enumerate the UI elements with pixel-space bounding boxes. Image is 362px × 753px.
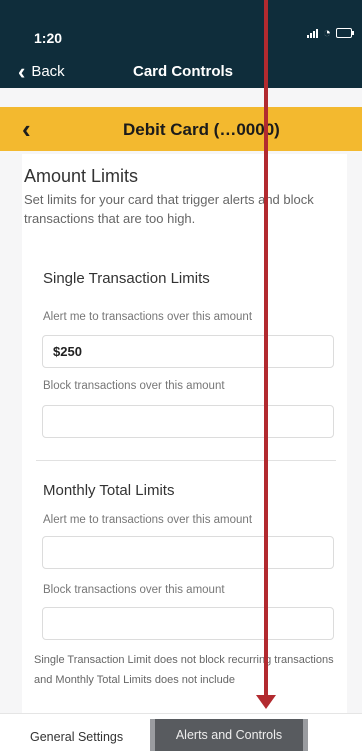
wifi-icon: ◔ xyxy=(323,25,331,40)
monthly-alert-input[interactable] xyxy=(42,536,334,569)
back-button[interactable]: ‹ Back xyxy=(18,58,65,84)
amount-limits-description: Set limits for your card that trigger al… xyxy=(24,192,314,226)
amount-limits-title: Amount Limits xyxy=(24,166,139,186)
battery-icon xyxy=(336,28,354,38)
amount-limits-panel: Amount Limits Set limits for your card t… xyxy=(22,154,347,714)
back-label: Back xyxy=(31,63,65,80)
card-back-chevron-icon[interactable]: ‹ xyxy=(22,114,31,145)
single-alert-value: $250 xyxy=(53,344,82,359)
card-title: Debit Card (…0000) xyxy=(123,120,280,139)
red-arrow-head xyxy=(256,695,276,709)
single-transaction-title: Single Transaction Limits xyxy=(43,270,210,287)
phone-screen: 1:20 ◔ ‹ Back Card Controls ‹ Debit Card… xyxy=(0,0,362,753)
tab-alerts-and-controls[interactable]: Alerts and Controls xyxy=(150,719,308,751)
top-header: 1:20 ◔ ‹ Back Card Controls xyxy=(0,0,362,88)
bottom-tab-bar: General Settings Alerts and Controls xyxy=(0,713,362,753)
monthly-block-input[interactable] xyxy=(42,607,334,640)
chevron-left-icon: ‹ xyxy=(18,58,26,84)
tab-general-settings[interactable]: General Settings xyxy=(30,730,123,744)
status-icons: ◔ xyxy=(307,25,354,40)
single-block-input[interactable] xyxy=(42,405,334,438)
red-arrow xyxy=(264,0,268,706)
limits-footnote: Single Transaction Limit does not block … xyxy=(34,654,334,686)
single-alert-input[interactable]: $250 xyxy=(42,335,334,368)
monthly-total-title: Monthly Total Limits xyxy=(43,482,175,499)
section-divider xyxy=(36,460,336,461)
status-time: 1:20 xyxy=(34,30,63,46)
card-header-bar: ‹ Debit Card (…0000) xyxy=(0,107,362,151)
single-alert-label: Alert me to transactions over this amoun… xyxy=(43,311,253,323)
single-block-label: Block transactions over this amount xyxy=(43,380,225,392)
monthly-block-label: Block transactions over this amount xyxy=(43,584,225,596)
signal-icon xyxy=(307,28,319,38)
page-title: Card Controls xyxy=(133,63,234,80)
monthly-alert-label: Alert me to transactions over this amoun… xyxy=(43,514,253,526)
